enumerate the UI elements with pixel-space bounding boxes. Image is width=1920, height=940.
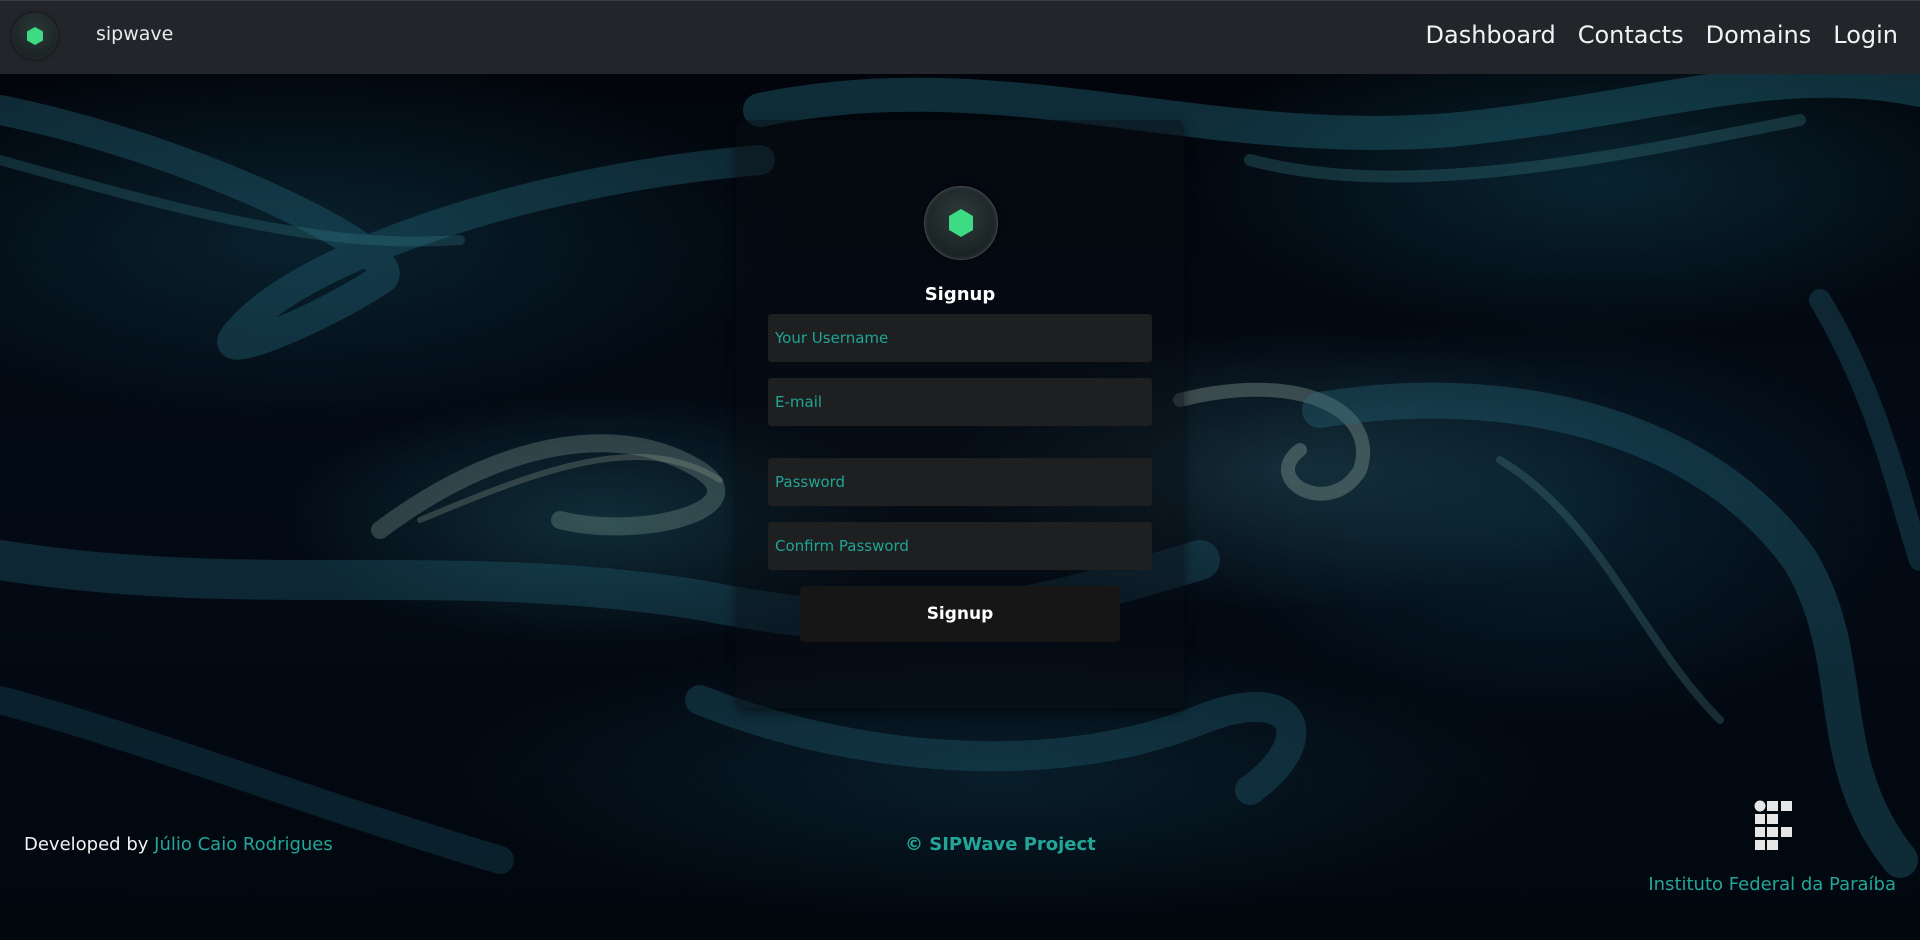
signup-card: Signup Signup bbox=[736, 120, 1184, 708]
email-input[interactable] bbox=[768, 378, 1152, 426]
brand-name[interactable]: sipwave bbox=[96, 23, 173, 45]
password-input[interactable] bbox=[768, 458, 1152, 506]
ifpb-logo-icon bbox=[1754, 800, 1792, 850]
nav-link-dashboard[interactable]: Dashboard bbox=[1426, 21, 1556, 49]
copyright-text: © SIPWave Project bbox=[905, 834, 1096, 855]
nav-link-domains[interactable]: Domains bbox=[1706, 21, 1812, 49]
brand-logo[interactable] bbox=[12, 13, 58, 59]
nav-link-contacts[interactable]: Contacts bbox=[1578, 21, 1684, 49]
username-input[interactable] bbox=[768, 314, 1152, 362]
hexagon-logo-icon bbox=[27, 27, 43, 45]
page: sipwave Dashboard Contacts Domains Login… bbox=[0, 0, 1920, 940]
footer-developer: Developed by Júlio Caio Rodrigues bbox=[24, 834, 333, 855]
signup-logo bbox=[924, 186, 998, 260]
nav-link-login[interactable]: Login bbox=[1833, 21, 1898, 49]
signup-title: Signup bbox=[924, 284, 996, 305]
top-navbar: sipwave Dashboard Contacts Domains Login bbox=[0, 0, 1920, 74]
signup-button[interactable]: Signup bbox=[800, 586, 1120, 642]
developer-link[interactable]: Júlio Caio Rodrigues bbox=[154, 834, 333, 855]
nav-links: Dashboard Contacts Domains Login bbox=[1426, 21, 1899, 49]
institution-name[interactable]: Instituto Federal da Paraíba bbox=[1648, 874, 1896, 895]
developed-by-label: Developed by bbox=[24, 834, 149, 855]
hexagon-logo-icon bbox=[949, 209, 973, 237]
confirm-password-input[interactable] bbox=[768, 522, 1152, 570]
